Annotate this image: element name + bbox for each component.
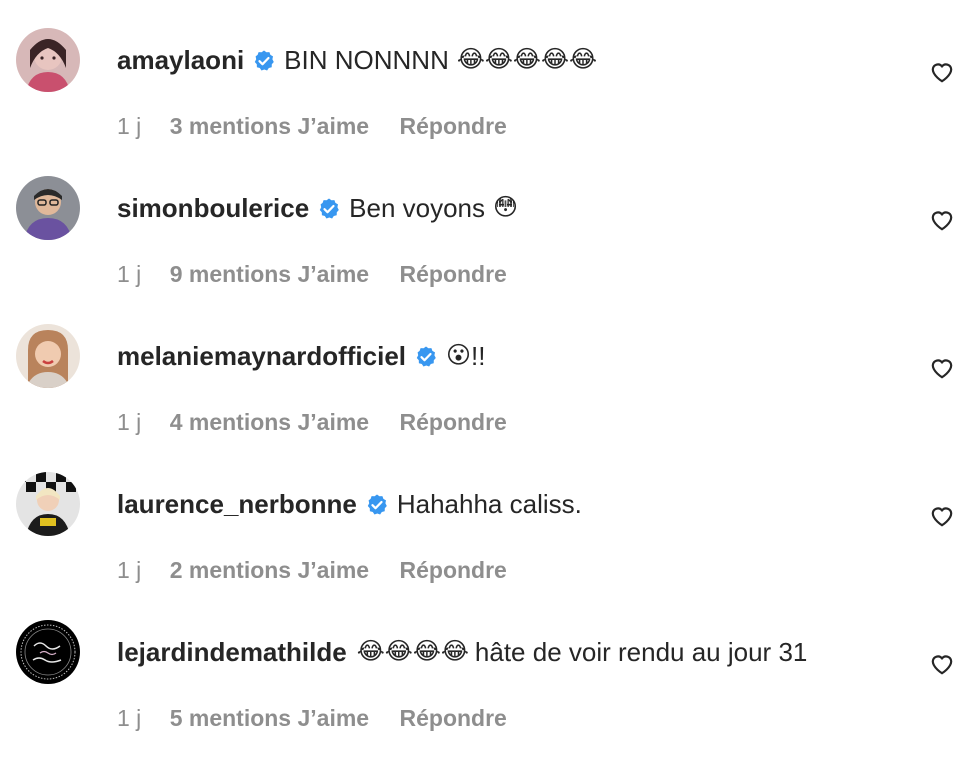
- avatar[interactable]: [16, 620, 80, 684]
- heart-outline-icon[interactable]: [929, 651, 955, 677]
- username-link[interactable]: laurence_nerbonne: [117, 488, 357, 520]
- comment-item: melaniemaynardofficiel 😮 !! 1 j 4 mentio…: [0, 324, 972, 472]
- username-link[interactable]: lejardindemathilde: [117, 636, 347, 668]
- username-link[interactable]: amaylaoni: [117, 44, 244, 76]
- username-link[interactable]: melaniemaynardofficiel: [117, 340, 406, 372]
- comment-body: laurence_nerbonne Hahahha caliss.: [117, 488, 582, 520]
- timestamp[interactable]: 1 j: [117, 557, 141, 583]
- comment-text: !!: [471, 341, 486, 371]
- reply-button[interactable]: Répondre: [400, 557, 507, 583]
- comment-item: lejardindemathilde 😂😂😂😂 hâte de voir ren…: [0, 620, 972, 768]
- comment-text: hâte de voir rendu au jour 31: [474, 637, 808, 667]
- timestamp[interactable]: 1 j: [117, 705, 141, 731]
- likes-count-link[interactable]: 4 mentions J’aime: [170, 409, 369, 435]
- comment-meta: 1 j 4 mentions J’aime Répondre: [117, 408, 507, 436]
- timestamp[interactable]: 1 j: [117, 113, 141, 139]
- reply-button[interactable]: Répondre: [400, 705, 507, 731]
- comment-item: laurence_nerbonne Hahahha caliss. 1 j 2 …: [0, 472, 972, 620]
- likes-count-link[interactable]: 3 mentions J’aime: [170, 113, 369, 139]
- avatar[interactable]: [16, 176, 80, 240]
- verified-badge-icon: [317, 197, 341, 221]
- comment-meta: 1 j 2 mentions J’aime Répondre: [117, 556, 507, 584]
- avatar[interactable]: [16, 324, 80, 388]
- username-link[interactable]: simonboulerice: [117, 192, 309, 224]
- likes-count-link[interactable]: 5 mentions J’aime: [170, 705, 369, 731]
- comment-body: amaylaoni BIN NONNNN 😂😂😂😂😂: [117, 44, 600, 76]
- verified-badge-icon: [365, 493, 389, 517]
- reply-button[interactable]: Répondre: [400, 261, 507, 287]
- comment-text: Ben voyons: [349, 193, 486, 223]
- comment-text: BIN NONNNN: [284, 45, 449, 75]
- comment-meta: 1 j 9 mentions J’aime Répondre: [117, 260, 507, 288]
- verified-badge-icon: [414, 345, 438, 369]
- verified-badge-icon: [252, 49, 276, 73]
- avatar[interactable]: [16, 28, 80, 92]
- heart-outline-icon[interactable]: [929, 503, 955, 529]
- heart-outline-icon[interactable]: [929, 59, 955, 85]
- timestamp[interactable]: 1 j: [117, 409, 141, 435]
- heart-outline-icon[interactable]: [929, 355, 955, 381]
- avatar[interactable]: [16, 472, 80, 536]
- comment-body: lejardindemathilde 😂😂😂😂 hâte de voir ren…: [117, 636, 807, 668]
- reply-button[interactable]: Répondre: [400, 409, 507, 435]
- comment-body: simonboulerice Ben voyons 😳: [117, 192, 521, 224]
- timestamp[interactable]: 1 j: [117, 261, 141, 287]
- comment-meta: 1 j 3 mentions J’aime Répondre: [117, 112, 507, 140]
- likes-count-link[interactable]: 9 mentions J’aime: [170, 261, 369, 287]
- comment-item: simonboulerice Ben voyons 😳 1 j 9 mentio…: [0, 176, 972, 324]
- likes-count-link[interactable]: 2 mentions J’aime: [170, 557, 369, 583]
- heart-outline-icon[interactable]: [929, 207, 955, 233]
- emoji-text: 😳: [493, 194, 519, 221]
- comment-meta: 1 j 5 mentions J’aime Répondre: [117, 704, 507, 732]
- emoji-text: 😂😂😂😂😂: [456, 46, 598, 73]
- comment-body: melaniemaynardofficiel 😮 !!: [117, 340, 485, 372]
- comment-item: amaylaoni BIN NONNNN 😂😂😂😂😂 1 j 3 mention…: [0, 28, 972, 176]
- emoji-text: 😮: [446, 342, 472, 369]
- comment-text: Hahahha caliss.: [396, 489, 582, 519]
- reply-button[interactable]: Répondre: [400, 113, 507, 139]
- emoji-text: 😂😂😂😂: [356, 638, 469, 665]
